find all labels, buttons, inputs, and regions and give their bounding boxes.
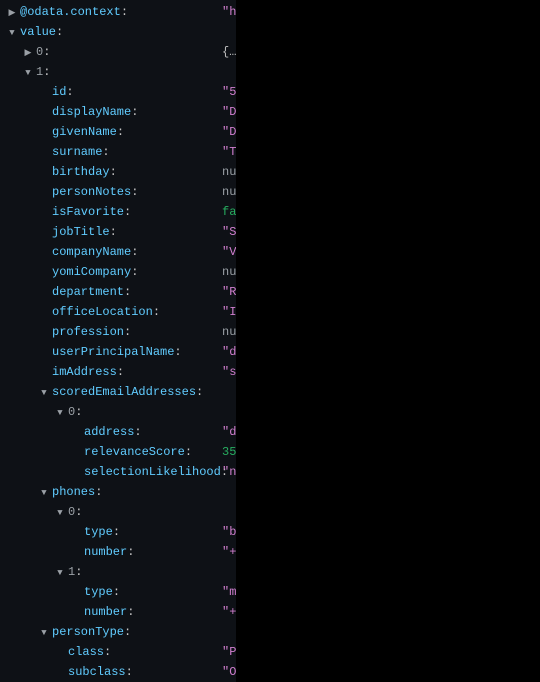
property-key: officeLocation: [52, 302, 160, 322]
property-value: nu [222, 262, 236, 282]
property-key: 1: [68, 562, 82, 582]
property-key: surname: [52, 142, 110, 162]
property-value: "d [222, 342, 236, 362]
property-value: "D [222, 122, 236, 142]
property-key: yomiCompany: [52, 262, 138, 282]
property-key: selectionLikelihood: [84, 462, 228, 482]
property-key: 1: [36, 62, 50, 82]
property-value: "n [222, 462, 236, 482]
property-value: "T [222, 142, 236, 162]
collapse-icon[interactable]: ▼ [54, 562, 66, 583]
property-key: @odata.context: [20, 2, 128, 22]
collapse-icon[interactable]: ▼ [6, 22, 18, 43]
property-key: profession: [52, 322, 131, 342]
collapse-icon[interactable]: ▼ [38, 382, 50, 403]
property-value: "m [222, 582, 236, 602]
property-key: scoredEmailAddresses: [52, 382, 203, 402]
property-key: isFavorite: [52, 202, 131, 222]
property-value: fa [222, 202, 236, 222]
property-key: value: [20, 22, 63, 42]
collapse-icon[interactable]: ▼ [38, 622, 50, 643]
property-value: "h [222, 2, 236, 22]
property-key: department: [52, 282, 131, 302]
property-key: number: [84, 542, 134, 562]
collapse-icon[interactable]: ▼ [54, 502, 66, 523]
property-key: number: [84, 602, 134, 622]
collapse-icon[interactable]: ▼ [22, 62, 34, 83]
property-value: 35 [222, 442, 236, 462]
property-value: {… [222, 42, 236, 62]
property-value: "D [222, 102, 236, 122]
property-key: companyName: [52, 242, 138, 262]
property-value: "s [222, 362, 236, 382]
collapse-icon[interactable]: ▼ [54, 402, 66, 423]
property-value: "P [222, 642, 236, 662]
property-key: id: [52, 82, 74, 102]
property-value: "b [222, 522, 236, 542]
property-key: birthday: [52, 162, 117, 182]
property-key: displayName: [52, 102, 138, 122]
property-key: imAddress: [52, 362, 124, 382]
property-key: type: [84, 522, 120, 542]
collapse-icon[interactable]: ▼ [38, 482, 50, 503]
property-key: 0: [68, 502, 82, 522]
property-key: personNotes: [52, 182, 138, 202]
property-value: "S [222, 222, 236, 242]
property-key: phones: [52, 482, 102, 502]
property-value: nu [222, 322, 236, 342]
property-value: "V [222, 242, 236, 262]
property-value: "+ [222, 602, 236, 622]
property-key: givenName: [52, 122, 124, 142]
property-value: nu [222, 182, 236, 202]
property-value: "O [222, 662, 236, 682]
property-value: "I [222, 302, 236, 322]
property-key: jobTitle: [52, 222, 117, 242]
property-key: 0: [36, 42, 50, 62]
property-key: address: [84, 422, 142, 442]
property-key: personType: [52, 622, 131, 642]
property-value: "5 [222, 82, 236, 102]
property-key: class: [68, 642, 111, 662]
right-panel-cutoff [236, 0, 540, 682]
property-value: "d [222, 422, 236, 442]
property-value: "+ [222, 542, 236, 562]
expand-icon[interactable]: ▶ [6, 2, 18, 23]
property-key: subclass: [68, 662, 133, 682]
property-value: nu [222, 162, 236, 182]
expand-icon[interactable]: ▶ [22, 42, 34, 63]
property-key: type: [84, 582, 120, 602]
property-value: "R [222, 282, 236, 302]
property-key: 0: [68, 402, 82, 422]
property-key: relevanceScore: [84, 442, 192, 462]
property-key: userPrincipalName: [52, 342, 182, 362]
